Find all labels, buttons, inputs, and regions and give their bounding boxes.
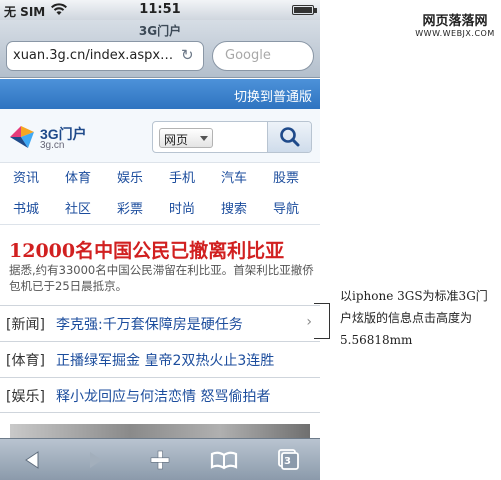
nav-link[interactable]: 手机 [156,164,208,194]
page-title: 3G门户 [138,24,182,38]
nav-link[interactable]: 股票 [260,164,312,194]
browser-toolbar: 3 [0,438,320,480]
nav-link[interactable]: 体育 [52,164,104,194]
battery-icon [292,5,317,15]
nav-row-2: 书城 社区 彩票 时尚 搜索 导航 [0,195,320,225]
annotation-note: 以iphone 3GS为标准3G门户炫版的信息点击高度为5.56818mm [340,289,488,347]
news-tag: [体育] [6,353,45,369]
watermark-line2: WWW.WEBJX.COM [415,29,495,38]
pages-count: 3 [284,456,291,467]
annotation-bracket [314,303,330,339]
bookmarks-icon[interactable] [204,445,244,475]
brand-domain: 3g.cn [40,140,65,151]
site-header: 3G门户 3g.cn 网页 [0,109,320,163]
search-placeholder: Google [225,48,271,63]
add-icon[interactable] [140,445,180,475]
news-item[interactable]: [新闻] 李克强:千万套保障房是硬任务 › [0,305,320,341]
news-item[interactable]: [体育] 正播绿军掘金 皇帝2双热火止3连胜 [0,341,320,377]
news-title[interactable]: 正播绿军掘金 皇帝2双热火止3连胜 [56,350,302,370]
headline-summary: 据悉,约有33000名中国公民滞留在利比亚。首架利比亚撤侨包机已于25日晨抵京。 [9,263,314,293]
site-search: 网页 [152,121,312,153]
forward-icon[interactable] [76,445,116,475]
watermark-line1: 网页落落网 [422,14,488,29]
switch-version-link[interactable]: 切换到普通版 [234,86,312,105]
nav-link[interactable]: 时尚 [156,195,208,225]
address-bar[interactable]: xuan.3g.cn/index.aspx… ↻ [6,41,204,71]
search-field[interactable]: Google [212,41,314,71]
chevron-down-icon [200,136,208,141]
nav-link[interactable]: 书城 [0,195,52,225]
site-watermark: 网页落落网 WWW.WEBJX.COM [412,10,498,38]
news-title[interactable]: 释小龙回应与何洁恋情 怒骂偷拍者 [56,386,302,406]
nav-link[interactable]: 社区 [52,195,104,225]
browser-header: 3G门户 xuan.3g.cn/index.aspx… ↻ Google [0,20,320,78]
nav-link[interactable]: 导航 [260,195,312,225]
nav-link[interactable]: 汽车 [208,164,260,194]
version-bar: 切换到普通版 [0,79,320,109]
nav-link[interactable]: 彩票 [104,195,156,225]
chevron-right-icon: › [306,314,312,330]
logo-mark-icon [10,126,34,148]
news-tag: [新闻] [6,317,45,333]
status-bar: 无 SIM 11:51 [0,0,320,20]
nav-link[interactable]: 搜索 [208,195,260,225]
nav-link[interactable]: 娱乐 [104,164,156,194]
search-button[interactable] [267,122,311,152]
news-item[interactable]: [娱乐] 释小龙回应与何洁恋情 怒骂偷拍者 [0,377,320,413]
search-type-value: 网页 [164,133,189,147]
phone-screen: 无 SIM 11:51 3G门户 xuan.3g.cn/index.aspx… … [0,0,320,480]
back-icon[interactable] [12,445,52,475]
nav-link[interactable]: 资讯 [0,164,52,194]
clock: 11:51 [139,2,181,17]
reload-icon[interactable]: ↻ [181,47,197,63]
news-title[interactable]: 李克强:千万套保障房是硬任务 [56,314,302,334]
news-tag: [娱乐] [6,389,45,405]
nav-row-1: 资讯 体育 娱乐 手机 汽车 股票 [0,164,320,194]
headline-title[interactable]: 12000名中国公民已撤离利比亚 [9,236,284,263]
site-logo[interactable]: 3G门户 3g.cn [8,122,98,154]
search-icon [280,127,300,147]
search-type-select[interactable]: 网页 [159,128,213,148]
url-text: xuan.3g.cn/index.aspx… [13,48,174,63]
